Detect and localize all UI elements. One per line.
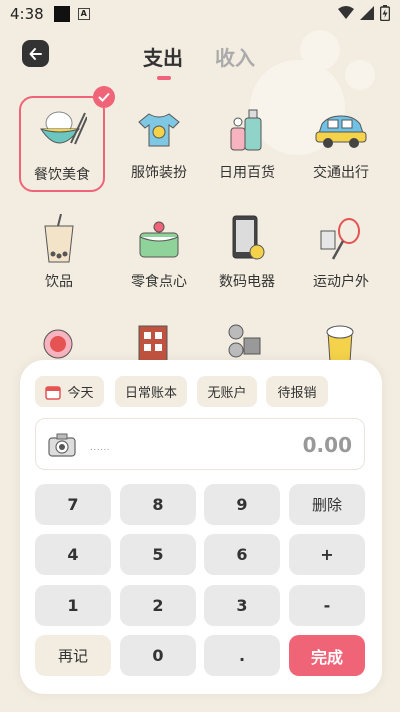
- calendar-icon: [45, 385, 62, 400]
- battery-icon: [380, 5, 390, 21]
- key-8[interactable]: 8: [120, 484, 196, 525]
- delete-button[interactable]: 删除: [289, 484, 365, 525]
- plus-button[interactable]: +: [289, 534, 365, 575]
- account-book-chip[interactable]: 日常账本: [115, 376, 187, 407]
- category-snacks[interactable]: 零食点心: [116, 205, 202, 301]
- tab-income[interactable]: 收入: [215, 42, 255, 71]
- key-1[interactable]: 1: [35, 585, 111, 626]
- key-3[interactable]: 3: [204, 585, 280, 626]
- account-chip[interactable]: 无账户: [197, 376, 257, 407]
- category-label: 数码电器: [219, 274, 275, 290]
- tab-active-indicator: [157, 76, 171, 80]
- category-drinks[interactable]: 饮品: [16, 205, 102, 301]
- key-6[interactable]: 6: [204, 534, 280, 575]
- entry-panel: 今天 日常账本 无账户 待报销 ...... 0.00 7 8 9 删除 4 5…: [20, 360, 382, 694]
- key-7[interactable]: 7: [35, 484, 111, 525]
- category-label: 饮品: [45, 274, 73, 290]
- a-badge-icon: A: [77, 8, 90, 20]
- status-time: 4:38: [10, 5, 44, 23]
- category-sports[interactable]: 运动户外: [298, 205, 384, 301]
- category-partial-icon[interactable]: [38, 322, 78, 362]
- record-again-button[interactable]: 再记: [35, 635, 111, 676]
- category-partial-icon[interactable]: [324, 322, 360, 363]
- bubble-tea-icon: [29, 213, 89, 265]
- wifi-icon: [338, 6, 354, 19]
- category-label: 零食点心: [131, 274, 187, 290]
- back-button[interactable]: [22, 40, 49, 67]
- key-0[interactable]: 0: [120, 635, 196, 676]
- bg-decor-circle: [300, 30, 340, 70]
- arrow-left-icon: [29, 47, 42, 60]
- tshirt-icon: [129, 104, 189, 156]
- minus-button[interactable]: -: [289, 585, 365, 626]
- daily-goods-icon: [217, 104, 277, 156]
- date-chip[interactable]: 今天: [35, 376, 104, 407]
- category-transport[interactable]: 交通出行: [298, 96, 384, 192]
- key-2[interactable]: 2: [120, 585, 196, 626]
- key-4[interactable]: 4: [35, 534, 111, 575]
- category-electronics[interactable]: 数码电器: [204, 205, 290, 301]
- category-clothing[interactable]: 服饰装扮: [116, 96, 202, 192]
- check-icon: [93, 86, 115, 108]
- decimal-point-button[interactable]: .: [204, 635, 280, 676]
- category-label: 餐饮美食: [34, 167, 90, 183]
- category-label: 运动户外: [313, 274, 369, 290]
- bg-decor-circle: [345, 60, 375, 90]
- racket-icon: [311, 213, 371, 265]
- key-9[interactable]: 9: [204, 484, 280, 525]
- food-bowl-icon: [32, 106, 92, 158]
- key-5[interactable]: 5: [120, 534, 196, 575]
- category-label: 服饰装扮: [131, 165, 187, 181]
- phone-icon: [217, 213, 277, 265]
- category-partial-icon[interactable]: [136, 322, 170, 363]
- amount-value: 0.00: [302, 433, 352, 457]
- category-daily-goods[interactable]: 日用百货: [204, 96, 290, 192]
- category-food[interactable]: 餐饮美食: [19, 86, 115, 192]
- amount-input[interactable]: ...... 0.00: [35, 418, 365, 470]
- reimburse-chip[interactable]: 待报销: [266, 376, 328, 407]
- done-button[interactable]: 完成: [289, 635, 365, 676]
- camera-icon[interactable]: [48, 433, 76, 457]
- category-label: 交通出行: [313, 165, 369, 181]
- status-bar: 4:38 A: [0, 0, 400, 28]
- signal-icon: [360, 6, 374, 20]
- date-chip-label: 今天: [67, 386, 94, 401]
- cake-icon: [129, 213, 189, 265]
- tab-expense[interactable]: 支出: [143, 42, 183, 71]
- car-icon: [311, 104, 371, 156]
- category-label: 日用百货: [219, 165, 275, 181]
- note-placeholder[interactable]: ......: [90, 443, 110, 453]
- category-partial-icon[interactable]: [226, 322, 266, 362]
- notification-icon: [53, 6, 70, 22]
